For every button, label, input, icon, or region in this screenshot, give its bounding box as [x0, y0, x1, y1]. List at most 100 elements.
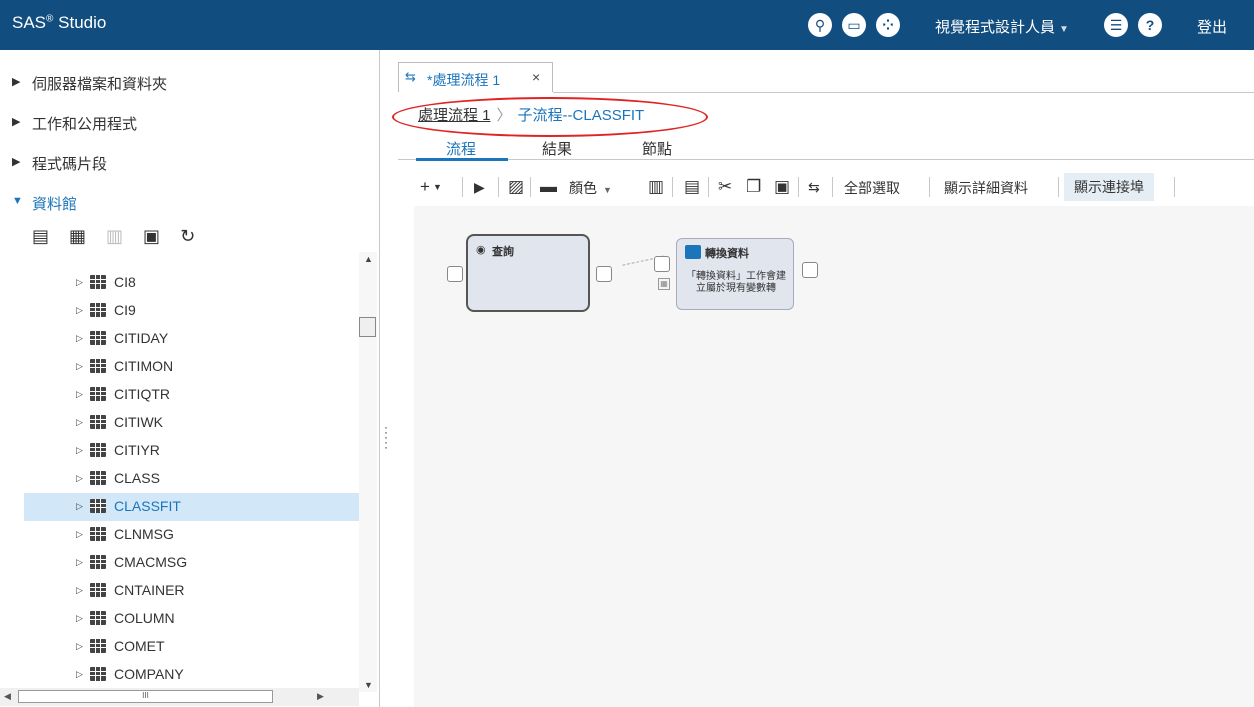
table-name: COLUMN [114, 610, 175, 626]
table-icon [90, 471, 106, 485]
table-name: CNTAINER [114, 582, 185, 598]
query-icon: ◉ [476, 244, 486, 256]
search-icon[interactable]: ⚲ [808, 13, 832, 37]
navigation-pane: ▶ 伺服器檔案和資料夾 ▶ 工作和公用程式 ▶ 程式碼片段 ▼ 資料館 ▤ ▦ … [0, 50, 380, 707]
expand-icon[interactable]: ▷ [76, 529, 83, 540]
perspective-menu[interactable]: 視覺程式設計人員 ▼ [935, 16, 1069, 37]
expand-icon[interactable]: ▷ [76, 277, 83, 288]
table-name: CLNMSG [114, 526, 174, 542]
expand-arrow-icon: ▶ [12, 156, 21, 168]
expand-icon[interactable]: ▷ [76, 669, 83, 680]
menu-icon[interactable]: ☰ [1104, 13, 1128, 37]
section-snippets[interactable]: ▶ 程式碼片段 [0, 143, 380, 183]
refresh-icon[interactable]: ↻ [180, 226, 195, 247]
table-row-selected[interactable]: ▷ CLASSFIT [24, 493, 359, 521]
query-node[interactable]: ◉ 查詢 [466, 234, 590, 312]
expand-icon[interactable]: ▷ [76, 501, 83, 512]
delete-icon[interactable]: ▥ [106, 226, 123, 247]
transform-data-node[interactable]: 轉換資料 「轉換資料」工作會建立屬於現有變數轉 [676, 238, 794, 310]
process-flow-icon: ⇆ [405, 69, 416, 84]
expand-icon[interactable]: ▷ [76, 613, 83, 624]
chevron-down-icon: ▼ [603, 185, 612, 195]
copy-icon[interactable]: ❐ [746, 174, 761, 200]
delete-icon[interactable]: ▥ [648, 174, 664, 200]
table-row[interactable]: ▷ COMPANY [24, 661, 359, 689]
add-icon[interactable]: + ▼ [420, 174, 442, 200]
expand-icon[interactable]: ▷ [76, 641, 83, 652]
vertical-scrollbar[interactable]: ▲ ▼ [359, 252, 377, 692]
section-libraries[interactable]: ▼ 資料館 [0, 183, 380, 223]
run-icon[interactable]: ▶ [474, 174, 485, 200]
expand-icon[interactable]: ▷ [76, 445, 83, 456]
output-port[interactable] [596, 266, 612, 282]
table-row[interactable]: ▷ CI9 [24, 297, 359, 325]
library-properties-icon[interactable]: ▦ [69, 226, 86, 247]
expand-icon[interactable]: ▷ [76, 417, 83, 428]
table-row[interactable]: ▷ CMACMSG [24, 549, 359, 577]
select-all-button[interactable]: 全部選取 [844, 178, 900, 198]
folder-icon[interactable]: ▭ [842, 13, 866, 37]
paste-icon[interactable]: ▣ [774, 174, 790, 200]
flow-canvas[interactable]: ◉ 查詢 → ▦ 轉換資料 「轉換資料」工作會建立屬於現有變數轉 [414, 206, 1254, 707]
show-details-button[interactable]: 顯示詳細資料 [944, 178, 1028, 198]
help-icon[interactable]: ? [1138, 13, 1162, 37]
tab-process-flow[interactable]: ⇆ *處理流程 1 × [398, 62, 553, 92]
port-settings-icon[interactable]: ▦ [658, 278, 670, 290]
cut-icon[interactable]: ✂ [718, 174, 732, 200]
table-row[interactable]: ▷ CITIYR [24, 437, 359, 465]
tab-flow[interactable]: 流程 [446, 138, 476, 159]
apps-grid-icon[interactable]: ⁘ [876, 13, 900, 37]
table-icon [90, 611, 106, 625]
table-row[interactable]: ▷ CI8 [24, 269, 359, 297]
table-row[interactable]: ▷ CITIDAY [24, 325, 359, 353]
table-row[interactable]: ▷ CITIWK [24, 409, 359, 437]
new-library-icon[interactable]: ▤ [32, 226, 49, 247]
show-ports-button[interactable]: 顯示連接埠 [1064, 173, 1154, 201]
tab-results[interactable]: 結果 [542, 138, 572, 159]
expand-icon[interactable]: ▷ [76, 473, 83, 484]
table-name: CITIYR [114, 442, 160, 458]
input-port[interactable] [654, 256, 670, 272]
logout-link[interactable]: 登出 [1197, 16, 1227, 37]
expand-icon[interactable]: ▷ [76, 305, 83, 316]
section-tasks-utilities[interactable]: ▶ 工作和公用程式 [0, 103, 380, 143]
table-row[interactable]: ▷ COMET [24, 633, 359, 661]
expand-icon[interactable]: ▷ [76, 557, 83, 568]
chevron-down-icon: ▼ [1059, 24, 1069, 35]
scroll-right-icon[interactable]: ▶ [317, 691, 324, 702]
color-menu[interactable]: 顏色 ▼ [569, 178, 612, 198]
scroll-up-icon[interactable]: ▲ [364, 254, 373, 264]
close-icon[interactable]: × [532, 69, 540, 85]
table-icon [90, 387, 106, 401]
connector-line [622, 257, 658, 266]
expand-icon[interactable]: ▷ [76, 389, 83, 400]
view-icon[interactable]: ▣ [143, 226, 160, 247]
table-row[interactable]: ▷ CITIMON [24, 353, 359, 381]
table-row[interactable]: ▷ CITIQTR [24, 381, 359, 409]
subflow-icon[interactable]: ⇆ [808, 174, 820, 200]
table-row[interactable]: ▷ CLNMSG [24, 521, 359, 549]
open-folder-icon[interactable]: ▬ [540, 174, 557, 200]
input-port[interactable] [447, 266, 463, 282]
expand-icon[interactable]: ▷ [76, 333, 83, 344]
scroll-thumb[interactable]: III [18, 690, 273, 703]
print-icon[interactable]: ▤ [684, 174, 700, 200]
expand-icon[interactable]: ▷ [76, 361, 83, 372]
horizontal-scrollbar[interactable]: ◀ III ▶ [0, 688, 359, 706]
save-icon[interactable]: ▨ [508, 174, 524, 200]
scroll-left-icon[interactable]: ◀ [4, 691, 11, 702]
scroll-thumb[interactable] [359, 317, 376, 337]
table-name: CI8 [114, 274, 136, 290]
pane-splitter[interactable]: · · · · · [380, 50, 398, 707]
scroll-down-icon[interactable]: ▼ [364, 680, 373, 690]
splitter-grip-icon[interactable]: · · · · · [384, 421, 388, 453]
output-port[interactable] [802, 262, 818, 278]
tab-nodes[interactable]: 節點 [642, 138, 672, 159]
table-name: CMACMSG [114, 554, 188, 570]
table-row[interactable]: ▷ CLASS [24, 465, 359, 493]
table-row[interactable]: ▷ CNTAINER [24, 577, 359, 605]
expand-arrow-icon: ▶ [12, 76, 21, 88]
expand-icon[interactable]: ▷ [76, 585, 83, 596]
section-server-files[interactable]: ▶ 伺服器檔案和資料夾 [0, 63, 380, 103]
table-row[interactable]: ▷ COLUMN [24, 605, 359, 633]
